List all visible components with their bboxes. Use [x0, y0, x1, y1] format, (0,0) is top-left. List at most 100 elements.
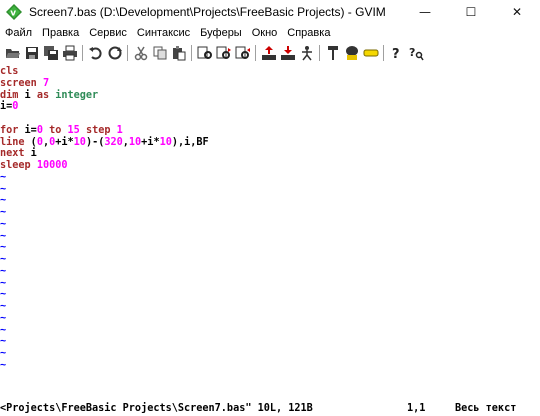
undo-icon[interactable] [86, 44, 105, 63]
load-session-icon[interactable] [259, 44, 278, 63]
empty-line-marker: ~ [0, 265, 7, 277]
cut-icon[interactable] [131, 44, 150, 63]
tag-jump-icon[interactable] [361, 44, 380, 63]
code-line[interactable]: next i [0, 148, 540, 160]
save-icon[interactable] [22, 44, 41, 63]
empty-line-marker: ~ [0, 230, 7, 242]
keyword-token: sleep [0, 160, 31, 171]
menu-tools[interactable]: Сервис [84, 27, 132, 39]
menu-window[interactable]: Окно [247, 27, 283, 39]
menu-file[interactable]: Файл [0, 27, 37, 39]
svg-text:?: ? [392, 47, 400, 61]
menu-syntax[interactable]: Синтаксис [132, 27, 195, 39]
number-token: 10 [159, 136, 172, 148]
scroll-percent: Весь текст [455, 403, 517, 414]
code-line[interactable]: i=0 [0, 101, 540, 113]
empty-line-marker: ~ [0, 207, 7, 218]
minimize-icon: — [419, 5, 431, 19]
code-line[interactable]: dim i as integer [0, 90, 540, 102]
paste-icon[interactable] [169, 44, 188, 63]
code-line[interactable] [0, 113, 540, 125]
find-help-icon[interactable]: ? [406, 44, 425, 63]
keyword-token: dim [0, 89, 19, 101]
empty-line-marker: ~ [0, 301, 7, 312]
number-token: 10 [73, 136, 86, 148]
number-token: 7 [42, 77, 50, 89]
menu-edit[interactable]: Правка [37, 27, 84, 39]
save-all-icon[interactable] [41, 44, 60, 63]
status-message: <Projects\FreeBasic Projects\Screen7.bas… [0, 403, 313, 414]
empty-line-marker: ~ [0, 242, 7, 254]
empty-line-marker: ~ [0, 348, 7, 359]
keyword-token: line [0, 136, 25, 148]
code-token: ),i,BF [171, 136, 209, 148]
empty-line-marker: ~ [0, 312, 7, 324]
code-token: i= [18, 124, 37, 136]
editor-text-area[interactable]: cls screen 7 dim i as integer i=0 for i=0 t… [0, 66, 540, 402]
open-icon[interactable] [3, 44, 22, 63]
code-token: ( [24, 136, 37, 148]
number-token: 320 [104, 136, 123, 148]
code-token: i [18, 89, 37, 101]
code-line[interactable]: for i=0 to 15 step 1 [0, 125, 540, 137]
toolbar: ? ? [0, 42, 540, 64]
empty-line-marker: ~ [0, 277, 7, 289]
close-button[interactable]: ✕ [494, 0, 540, 24]
toolbar-separator [255, 45, 256, 61]
window-title: Screen7.bas (D:\Development\Projects\Fre… [29, 5, 386, 19]
find-next-icon[interactable] [214, 44, 233, 63]
gvim-app-icon: v [6, 4, 22, 20]
title-bar[interactable]: v Screen7.bas (D:\Development\Projects\F… [0, 0, 540, 24]
menu-bar: Файл Правка Сервис Синтаксис Буферы Окно… [0, 24, 540, 42]
make-icon[interactable] [323, 44, 342, 63]
keyword-token: next [0, 148, 25, 160]
type-token: integer [55, 89, 99, 101]
keyword-token: as [36, 89, 50, 101]
number-token: 10000 [36, 160, 68, 171]
save-session-icon[interactable] [278, 44, 297, 63]
empty-line-marker: ~ [0, 324, 7, 336]
number-token: 10 [128, 136, 142, 148]
toolbar-separator [127, 45, 128, 61]
menu-buffers[interactable]: Буферы [195, 27, 247, 39]
code-token: i= [0, 101, 13, 113]
code-token: i [24, 148, 37, 160]
empty-line-marker: ~ [0, 336, 7, 348]
empty-line-marker: ~ [0, 254, 7, 265]
run-script-icon[interactable] [297, 44, 316, 63]
svg-text:v: v [10, 9, 16, 19]
menu-help[interactable]: Справка [282, 27, 335, 39]
cursor-position: 1,1 [407, 403, 426, 414]
empty-line-marker: ~ [0, 183, 7, 195]
redo-icon[interactable] [105, 44, 124, 63]
svg-text:?: ? [409, 46, 415, 59]
empty-line-marker: ~ [0, 289, 7, 301]
number-token: 1 [116, 124, 123, 136]
code-token: )-( [85, 136, 105, 148]
find-prev-icon[interactable] [233, 44, 252, 63]
maximize-button[interactable]: ☐ [448, 0, 494, 24]
code-line[interactable]: line (0,0+i*10)-(320,10+i*10),i,BF [0, 137, 540, 149]
code-line[interactable]: screen 7 [0, 78, 540, 90]
minimize-button[interactable]: — [402, 0, 448, 24]
empty-line-marker: ~ [0, 218, 7, 230]
close-icon: ✕ [511, 5, 523, 19]
keyword-token: to [49, 124, 62, 136]
code-token: +i* [55, 136, 74, 148]
toolbar-separator [319, 45, 320, 61]
code-token: +i* [141, 136, 160, 148]
empty-line-marker: ~ [0, 195, 7, 207]
shell-icon[interactable] [342, 44, 361, 63]
toolbar-separator [82, 45, 83, 61]
code-line[interactable]: sleep 10000 [0, 160, 540, 172]
code-line[interactable]: cls [0, 66, 540, 78]
find-replace-icon[interactable] [195, 44, 214, 63]
keyword-token: screen [0, 77, 43, 89]
number-token: 0 [12, 101, 19, 113]
number-token: 15 [67, 124, 80, 136]
help-icon[interactable]: ? [387, 44, 406, 63]
keyword-token: for [0, 124, 19, 136]
print-icon[interactable] [60, 44, 79, 63]
keyword-token: cls [0, 66, 19, 77]
copy-icon[interactable] [150, 44, 169, 63]
